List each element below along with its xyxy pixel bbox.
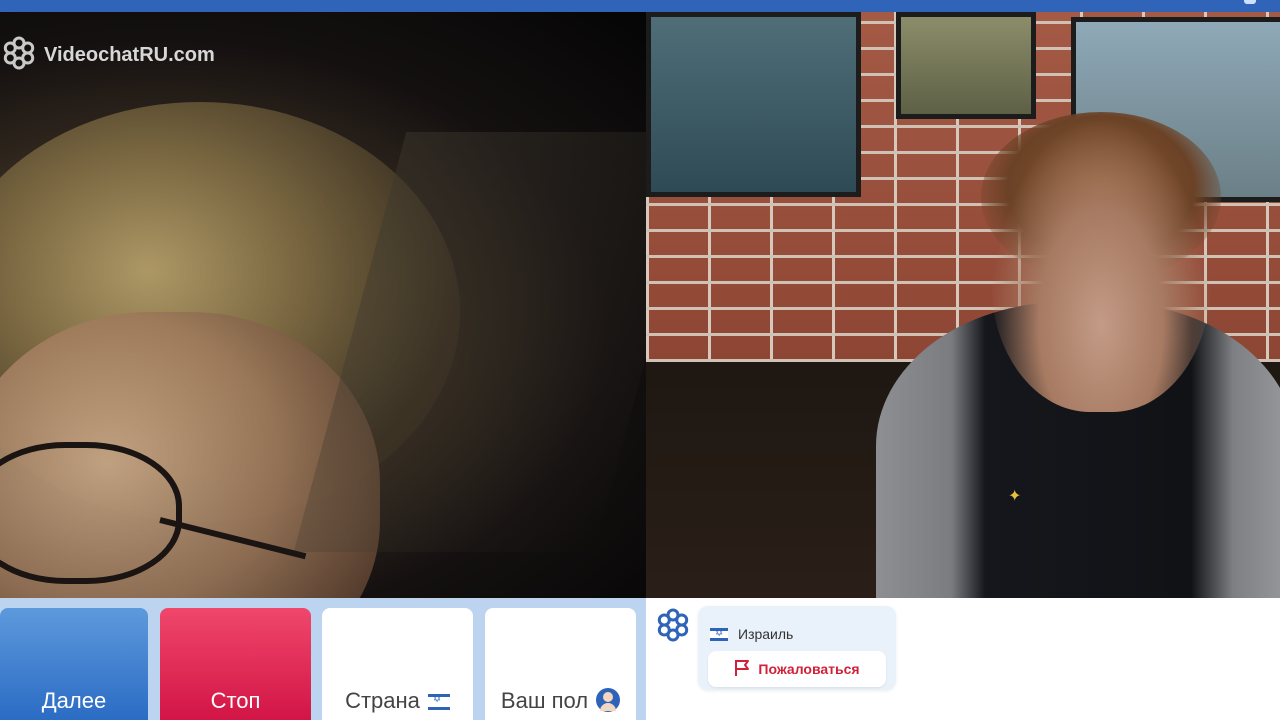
chat-area: Израиль Пожаловаться <box>646 598 1280 720</box>
eagle-logo-icon: ✦ <box>1008 488 1022 505</box>
wall-picture-left <box>646 12 861 197</box>
flag-outline-icon <box>734 659 750 680</box>
next-button-label: Далее <box>41 688 107 713</box>
controls-panel: Далее Стоп Страна Ваш пол <box>0 598 646 720</box>
brand-logo[interactable]: VideochatRU.com <box>2 36 215 75</box>
top-bar <box>0 0 1280 12</box>
report-button-label: Пожаловаться <box>758 661 860 677</box>
local-video: VideochatRU.com <box>0 12 646 598</box>
flower-logo-icon <box>2 36 36 75</box>
stop-button[interactable]: Стоп <box>160 608 311 720</box>
brand-name: VideochatRU.com <box>44 44 215 66</box>
top-bar-indicator <box>1244 0 1256 4</box>
next-button[interactable]: Далее <box>0 608 148 720</box>
local-video-glasses <box>0 442 182 584</box>
flower-logo-icon <box>656 608 690 647</box>
partner-face <box>991 122 1211 412</box>
israel-flag-icon <box>710 627 728 641</box>
stop-button-label: Стоп <box>210 688 261 713</box>
country-select-button[interactable]: Страна <box>322 608 473 720</box>
report-button[interactable]: Пожаловаться <box>708 651 886 687</box>
partner-country: Израиль <box>710 626 793 642</box>
partner-video: ✦ <box>646 12 1280 598</box>
wall-picture-middle <box>896 12 1036 119</box>
gender-select-button[interactable]: Ваш пол <box>485 608 636 720</box>
israel-flag-icon <box>427 694 450 710</box>
partner-country-label: Израиль <box>738 626 794 642</box>
gender-button-label: Ваш пол <box>500 688 589 713</box>
avatar-icon <box>596 688 621 712</box>
country-button-label: Страна <box>345 688 420 713</box>
partner-info-card: Израиль Пожаловаться <box>698 606 896 690</box>
